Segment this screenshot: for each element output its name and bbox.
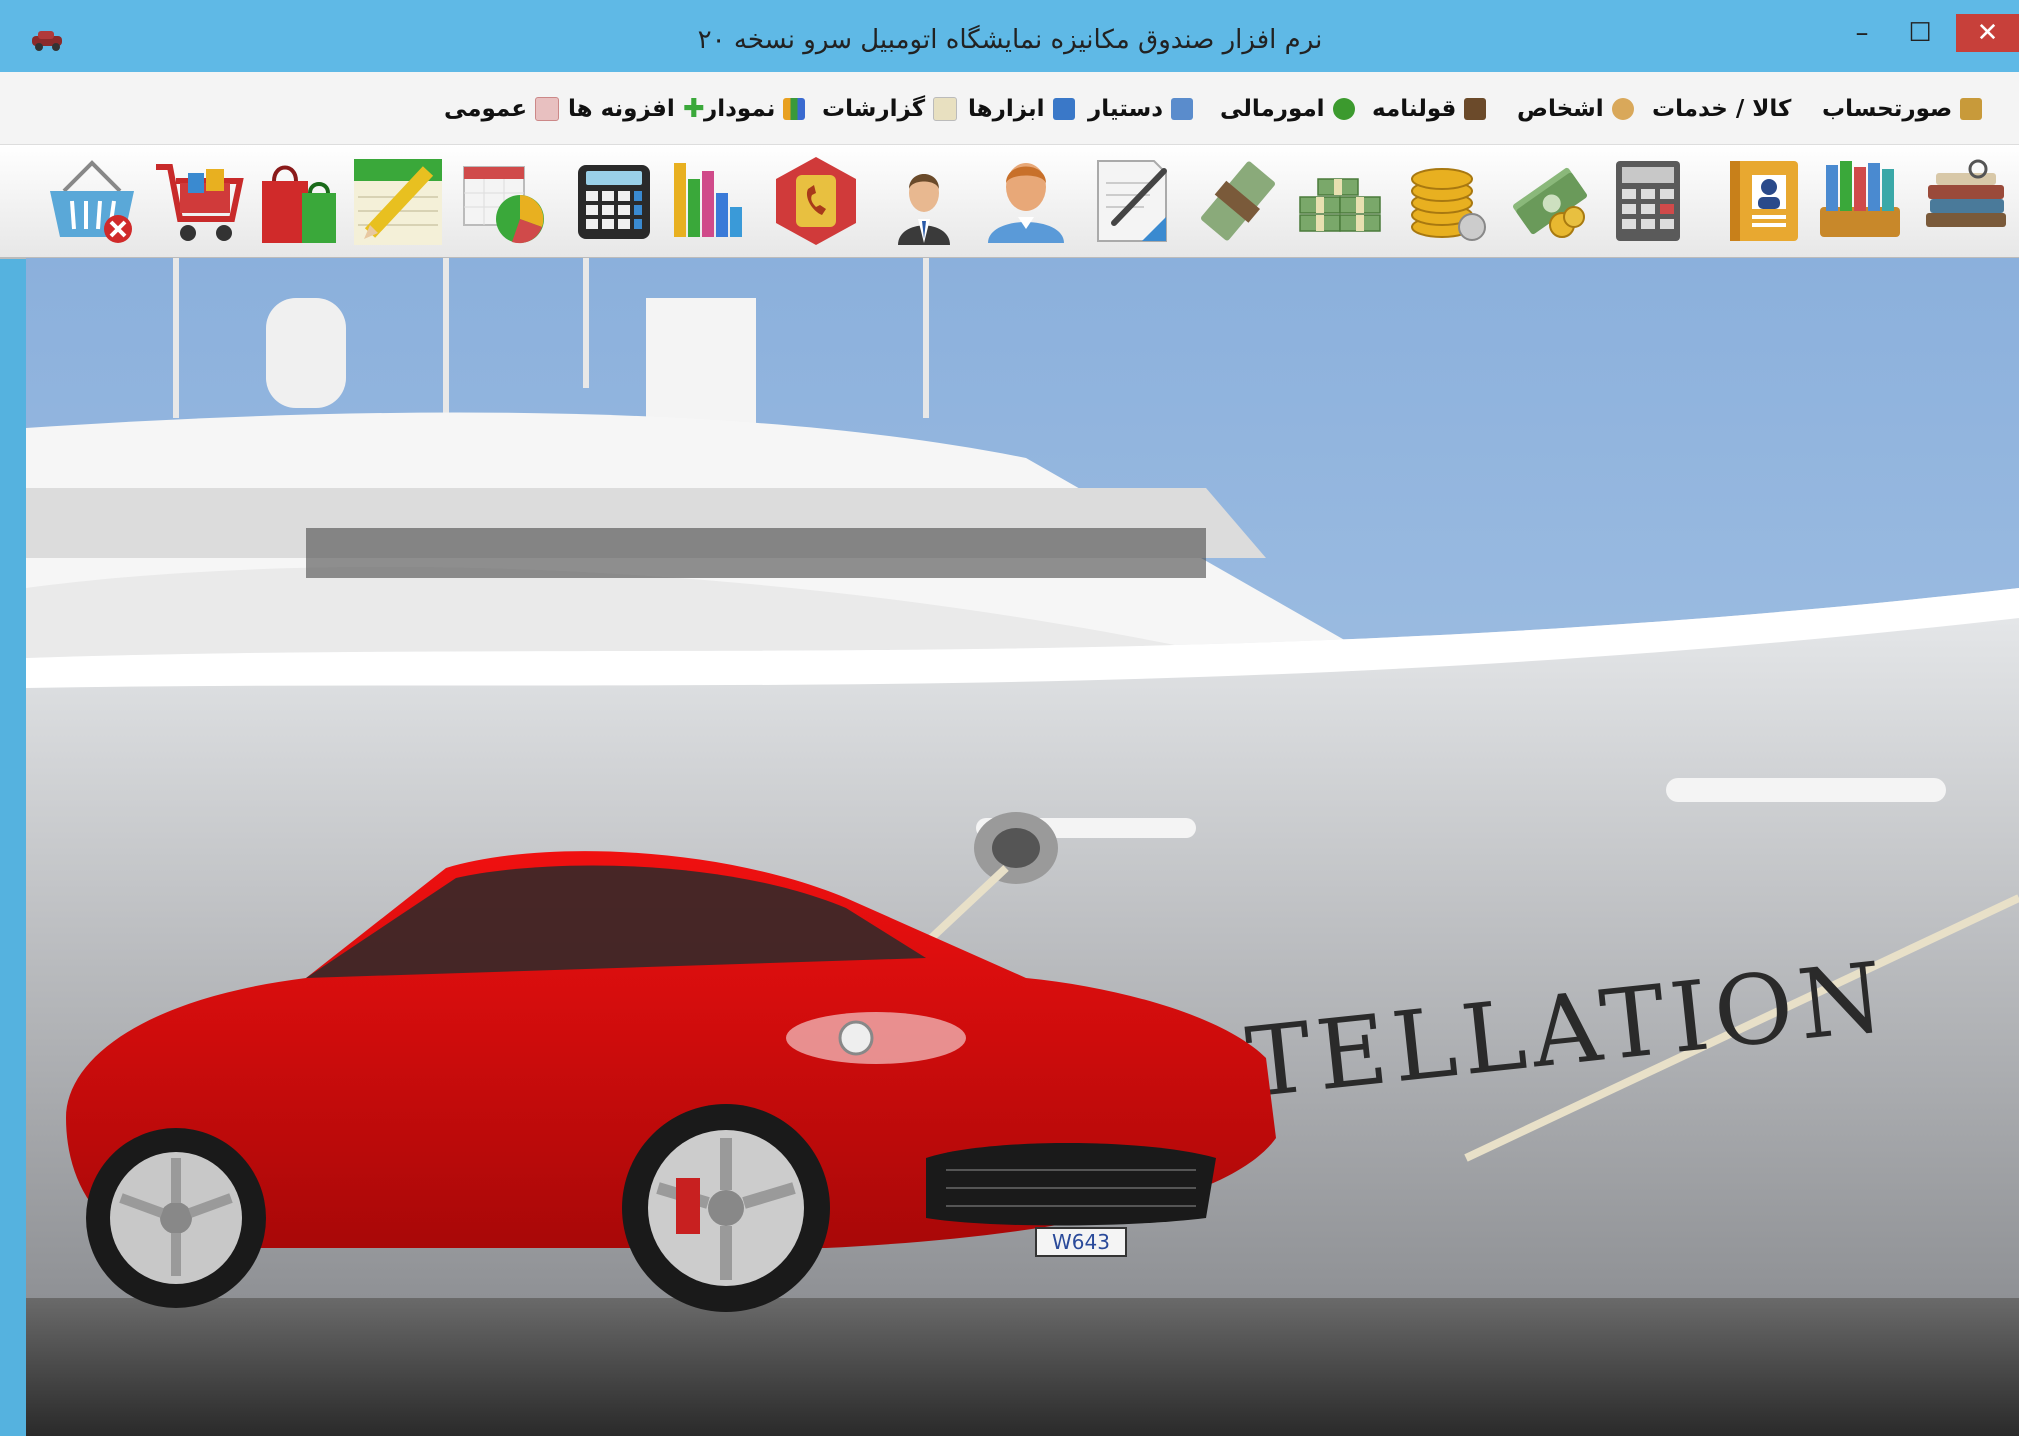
menu-label: قولنامه [1372, 96, 1457, 122]
address-book-icon[interactable] [1716, 153, 1812, 249]
shopping-cart-icon[interactable] [152, 153, 248, 249]
invoice-icon [1960, 98, 1983, 120]
notepad-pencil-icon[interactable] [350, 153, 446, 249]
menu-label: افزونه ها [568, 96, 675, 122]
minimize-button[interactable]: – [1836, 14, 1888, 52]
cash-coins-icon[interactable] [1502, 153, 1598, 249]
menu-contract[interactable]: قولنامه [1372, 94, 1487, 124]
menu-tools[interactable]: ابزارها [968, 94, 1075, 124]
chart-icon [783, 98, 806, 120]
menu-general[interactable]: عمومی [444, 94, 560, 124]
document-pen-icon[interactable] [1084, 153, 1180, 249]
menu-label: کالا / خدمات [1652, 96, 1792, 122]
title-bar[interactable]: نرم افزار صندوق مکانیزه نمایشگاه اتومبیل… [0, 0, 2019, 72]
shopping-bags-icon[interactable] [250, 153, 346, 249]
calendar-chart-icon[interactable] [454, 153, 550, 249]
contract-icon [1464, 98, 1487, 120]
plus-icon: ✚ [682, 94, 705, 124]
report-icon [933, 97, 958, 121]
menu-goods-services[interactable]: کالا / خدمات [1652, 94, 1791, 124]
menu-label: گزارشات [822, 96, 926, 122]
dollar-icon [1332, 98, 1355, 120]
menu-persons[interactable]: اشخاص [1517, 94, 1634, 124]
menu-chart[interactable]: نمودار [704, 94, 806, 124]
close-button[interactable]: ✕ [1956, 14, 2019, 52]
maximize-button[interactable]: ☐ [1894, 14, 1946, 52]
menu-label: صورتحساب [1822, 96, 1953, 122]
menu-addons[interactable]: ✚ افزونه ها [568, 94, 705, 124]
general-icon [535, 97, 560, 121]
menu-invoice[interactable]: صورتحساب [1822, 94, 1983, 124]
businessman-icon[interactable] [876, 153, 972, 249]
menu-finance[interactable]: امورمالی [1220, 94, 1355, 124]
money-stack-icon[interactable] [1290, 153, 1386, 249]
menu-label: دستیار [1088, 96, 1164, 122]
user-icon[interactable] [978, 153, 1074, 249]
menu-assistant[interactable]: دستیار [1088, 94, 1194, 124]
menu-label: امورمالی [1220, 96, 1325, 122]
window-title: نرم افزار صندوق مکانیزه نمایشگاه اتومبیل… [697, 25, 1323, 55]
menu-bar: صورتحساب کالا / خدمات اشخاص قولنامه امور… [0, 72, 2019, 145]
app-car-icon [32, 31, 62, 51]
archive-folders-icon[interactable] [1812, 153, 1908, 249]
phone-book-icon[interactable] [768, 153, 864, 249]
menu-label: عمومی [444, 96, 528, 122]
people-icon [1611, 98, 1634, 120]
tools-icon [1052, 98, 1075, 120]
bar-chart-icon[interactable] [662, 153, 758, 249]
gold-coins-icon[interactable] [1398, 153, 1494, 249]
calculator-register-icon[interactable] [1600, 153, 1696, 249]
basket-remove-icon[interactable] [44, 153, 140, 249]
assistant-icon [1171, 98, 1194, 120]
app-window: نرم افزار صندوق مکانیزه نمایشگاه اتومبیل… [0, 0, 2019, 1436]
menu-label: نمودار [704, 96, 776, 122]
menu-reports[interactable]: گزارشات [822, 94, 958, 124]
money-wallet-icon[interactable] [1190, 153, 1286, 249]
toolbar [0, 145, 2019, 259]
books-icon[interactable] [1918, 153, 2014, 249]
menu-label: اشخاص [1517, 96, 1604, 122]
menu-label: ابزارها [968, 96, 1045, 122]
license-plate-text: W643 [1052, 1230, 1110, 1254]
background-photo: STELLATION W643 [26, 258, 2019, 1436]
calculator-icon[interactable] [566, 153, 662, 249]
